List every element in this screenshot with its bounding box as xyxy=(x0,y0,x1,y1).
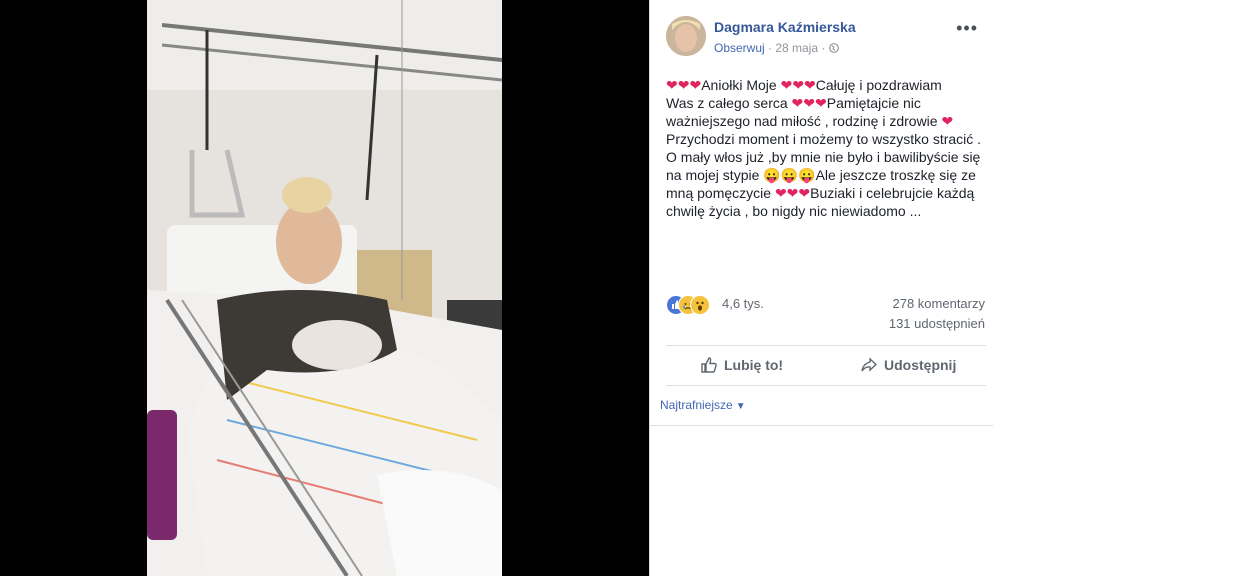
post-text-line: chwilę życia , bo nigdy nic niewiadomo .… xyxy=(666,202,984,220)
share-icon xyxy=(860,357,884,373)
comments-count[interactable]: 278 komentarzy xyxy=(893,296,986,311)
reaction-count[interactable]: 4,6 tys. xyxy=(722,296,764,311)
caret-down-icon: ▼ xyxy=(735,401,746,412)
shares-count[interactable]: 131 udostępnień xyxy=(889,316,985,331)
divider xyxy=(666,385,986,386)
post-text-line: mną pomęczycie ❤❤❤Buziaki i celebrujcie … xyxy=(666,184,984,202)
post-text-segment: chwilę życia , bo nigdy nic niewiadomo .… xyxy=(666,203,922,219)
comment-sort-dropdown[interactable]: Najtrafniejsze ▼ xyxy=(660,398,746,412)
follow-link[interactable]: Obserwuj xyxy=(714,41,765,55)
meta-separator: · xyxy=(764,41,776,55)
heart-icon: ❤ xyxy=(803,95,815,111)
heart-icon: ❤ xyxy=(780,77,793,93)
post-text-segment: Przychodzi moment i możemy to wszystko s… xyxy=(666,131,982,147)
heart-icon: ❤ xyxy=(791,95,804,111)
post-text-segment: mną pomęczycie xyxy=(666,185,775,201)
like-label: Lubię to! xyxy=(724,357,784,373)
share-button[interactable]: Udostępnij xyxy=(860,356,956,374)
heart-icon: ❤ xyxy=(815,95,827,111)
post-text-segment: O mały włos już ,by mnie nie było i bawi… xyxy=(666,149,981,165)
post-text-segment: Aniołki Moje xyxy=(701,77,781,93)
heart-icon: ❤ xyxy=(941,113,954,129)
heart-icon: ❤ xyxy=(666,77,678,93)
heart-icon: ❤ xyxy=(792,77,805,93)
more-options-icon[interactable]: ••• xyxy=(956,18,978,39)
like-button[interactable]: Lubię to! xyxy=(700,356,783,374)
post-text-segment: Buziaki i celebrujcie każdą xyxy=(810,185,975,201)
divider xyxy=(650,425,993,426)
post-text-segment: Was z całego serca xyxy=(666,95,792,111)
avatar[interactable] xyxy=(666,16,706,56)
post-text-segment: Ale jeszcze troszkę się ze xyxy=(815,167,976,183)
post-text-line: Was z całego serca ❤❤❤Pamiętajcie nic xyxy=(666,94,984,112)
divider xyxy=(666,345,986,346)
author-name[interactable]: Dagmara Kaźmierska xyxy=(714,19,856,35)
post-actions: Lubię to! Udostępnij xyxy=(650,352,993,382)
tongue-emoji-icon: 😛😛😛 xyxy=(763,167,816,183)
heart-icon: ❤ xyxy=(798,185,811,201)
post-text-segment: ważniejszego nad miłość , rodzinę i zdro… xyxy=(666,113,942,129)
post-text-segment: na mojej stypie xyxy=(666,167,764,183)
post-text: ❤❤❤Aniołki Moje ❤❤❤Całuję i pozdrawiam Wa… xyxy=(666,76,984,220)
heart-icon: ❤ xyxy=(786,185,799,201)
post-date[interactable]: 28 maja xyxy=(775,41,818,55)
comments-area xyxy=(650,428,993,576)
post-text-segment: Całuję i pozdrawiam xyxy=(815,77,942,93)
post-text-line: ❤❤❤Aniołki Moje ❤❤❤Całuję i pozdrawiam xyxy=(666,76,984,94)
share-label: Udostępnij xyxy=(884,357,957,373)
post-stats: 4,6 tys. 278 komentarzy 131 udostępnień xyxy=(650,290,993,331)
post-text-line: Przychodzi moment i możemy to wszystko s… xyxy=(666,130,984,148)
sort-label: Najtrafniejsze xyxy=(660,398,733,412)
post-text-line: O mały włos już ,by mnie nie było i bawi… xyxy=(666,148,984,166)
wow-icon xyxy=(690,295,710,315)
post-header: Dagmara Kaźmierska Obserwuj · 28 maja · … xyxy=(666,16,986,60)
post-panel: Dagmara Kaźmierska Obserwuj · 28 maja · … xyxy=(649,0,993,576)
post-text-line: ważniejszego nad miłość , rodzinę i zdro… xyxy=(666,112,984,130)
heart-icon: ❤ xyxy=(804,77,816,93)
post-text-segment: Pamiętajcie nic xyxy=(826,95,921,111)
post-photo[interactable] xyxy=(147,0,502,576)
thumbs-up-icon xyxy=(700,357,724,373)
heart-icon: ❤ xyxy=(774,185,787,201)
globe-icon xyxy=(828,42,839,53)
heart-icon: ❤ xyxy=(677,77,690,93)
meta-separator: · xyxy=(818,41,829,55)
heart-icon: ❤ xyxy=(689,77,702,93)
post-meta: Obserwuj · 28 maja · xyxy=(714,41,839,55)
post-text-line: na mojej stypie 😛😛😛Ale jeszcze troszkę s… xyxy=(666,166,984,184)
